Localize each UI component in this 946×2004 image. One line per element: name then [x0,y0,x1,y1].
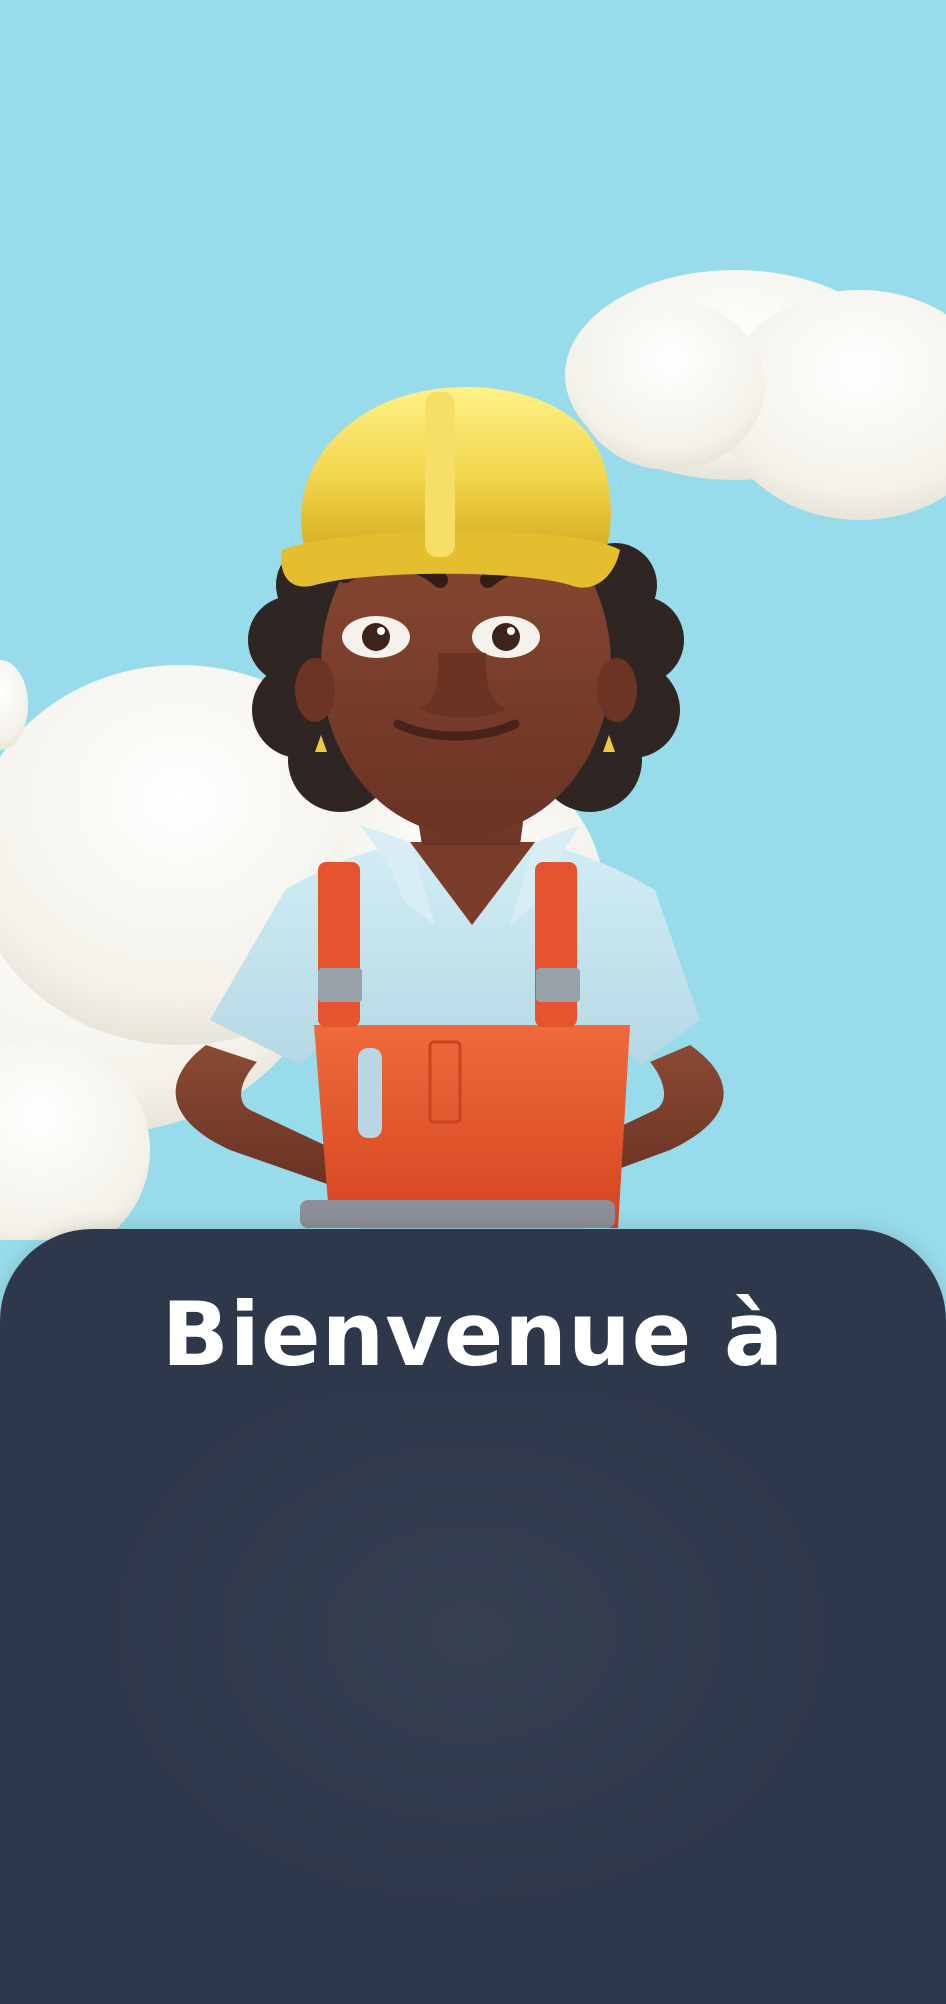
background-blur [90,1399,850,1919]
welcome-screen: Bienvenue à [0,0,946,2004]
hero-illustration [0,0,946,1240]
welcome-sheet: Bienvenue à [0,1229,946,2004]
welcome-title: Bienvenue à [161,1283,785,1386]
worker-illustration [0,0,946,1240]
